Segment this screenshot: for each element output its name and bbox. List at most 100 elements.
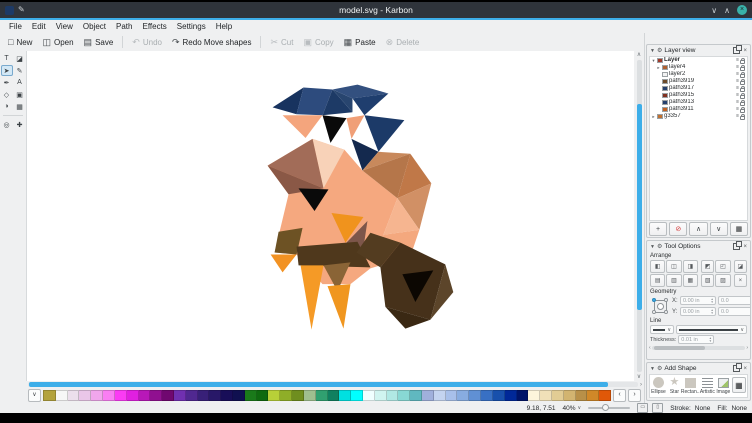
close-panel-icon[interactable]: × [743, 244, 747, 250]
anchor-topleft[interactable] [652, 298, 656, 302]
menu-view[interactable]: View [51, 22, 78, 31]
scroll-thumb[interactable] [654, 346, 706, 350]
color-swatch[interactable] [115, 390, 127, 401]
calligraphy-tool[interactable]: ✒ [1, 77, 13, 88]
anchor-selector[interactable] [650, 296, 670, 316]
float-panel-icon[interactable] [733, 365, 740, 372]
align-right-button[interactable]: ◨ [683, 260, 698, 273]
color-swatch[interactable] [328, 390, 340, 401]
scroll-right-icon[interactable]: › [746, 345, 748, 351]
gradient-tool[interactable]: ◑ [1, 101, 13, 112]
gear-icon[interactable]: ⚙ [657, 47, 662, 54]
vertical-scrollbar[interactable]: ∧ ∨ [634, 51, 644, 381]
layer-lock-icon[interactable] [740, 81, 745, 85]
artwork-polygon[interactable] [323, 115, 347, 143]
color-swatch[interactable] [268, 390, 280, 401]
align-hcenter-button[interactable]: ◫ [666, 260, 681, 273]
zoom-tool[interactable]: ◎ [1, 119, 13, 130]
layer-row[interactable]: path3917≡ [650, 85, 747, 92]
layer-row[interactable]: ▾Layer≡ [650, 57, 747, 64]
align-top-button[interactable]: ◩ [701, 260, 714, 273]
pattern-tool[interactable]: ▦ [14, 101, 26, 112]
layer-row[interactable]: path3913≡ [650, 99, 747, 106]
zoom-slider[interactable] [588, 407, 630, 409]
shape-rectangle[interactable]: Rectan... [683, 377, 699, 395]
line-type-select[interactable]: ∨ [676, 325, 747, 334]
layer-row[interactable]: path3919≡ [650, 78, 747, 85]
fit-page-button[interactable]: ▯ [652, 403, 663, 413]
scroll-down-icon[interactable]: ∨ [637, 373, 641, 381]
color-swatch[interactable] [43, 390, 56, 401]
color-swatch[interactable] [469, 390, 481, 401]
delete-layer-button[interactable]: ⊘ [669, 222, 687, 236]
color-swatch[interactable] [552, 390, 564, 401]
zoom-select[interactable]: 40%∨ [563, 405, 582, 412]
panel-caret-icon[interactable]: ▼ [650, 366, 655, 372]
color-swatch[interactable] [162, 390, 174, 401]
layer-row[interactable]: ▸layer4≡ [650, 64, 747, 71]
canvas[interactable] [27, 51, 634, 381]
color-swatch[interactable] [540, 390, 552, 401]
thickness-input[interactable]: 0.01 in ▴▾ [678, 335, 714, 344]
menu-path[interactable]: Path [111, 22, 137, 31]
color-swatch[interactable] [91, 390, 103, 401]
color-swatch[interactable] [245, 390, 257, 401]
y-input[interactable]: 0.00 in ▴▾ [680, 307, 716, 316]
new-button[interactable]: □New [3, 37, 37, 48]
expander-icon[interactable]: ▸ [656, 65, 661, 71]
color-swatch[interactable] [209, 390, 221, 401]
artwork-polygon[interactable] [271, 255, 297, 273]
width-input[interactable]: 0.0 [718, 296, 750, 305]
artwork-polygon[interactable] [283, 115, 323, 138]
color-swatch[interactable] [564, 390, 576, 401]
layer-lock-icon[interactable] [740, 74, 745, 78]
color-swatch[interactable] [398, 390, 410, 401]
maximize-button[interactable]: ∧ [724, 6, 730, 15]
panel-caret-icon[interactable]: ▼ [650, 48, 655, 54]
gear-icon[interactable]: ⚙ [657, 365, 662, 372]
pencil-tool[interactable]: ✎ [14, 65, 26, 76]
layer-lock-icon[interactable] [740, 116, 745, 120]
color-swatch[interactable] [292, 390, 304, 401]
anchor-topright[interactable] [664, 298, 668, 302]
layer-details-icon[interactable]: ≡ [736, 100, 739, 105]
zoom-slider-handle[interactable] [602, 404, 609, 411]
color-swatch[interactable] [56, 390, 68, 401]
layer-details-icon[interactable]: ≡ [736, 79, 739, 84]
line-style-select[interactable]: ∨ [650, 325, 674, 334]
layer-lock-icon[interactable] [740, 102, 745, 106]
distribute-right-button[interactable]: ▦ [683, 274, 698, 287]
layer-lock-icon[interactable] [740, 109, 745, 113]
color-swatch[interactable] [434, 390, 446, 401]
layer-details-icon[interactable]: ≡ [736, 93, 739, 98]
color-swatch[interactable] [505, 390, 517, 401]
color-swatch[interactable] [79, 390, 91, 401]
vscroll-track[interactable] [637, 60, 642, 372]
color-swatch[interactable] [304, 390, 316, 401]
paste-button[interactable]: ▦Paste [339, 37, 381, 48]
menu-settings[interactable]: Settings [172, 22, 211, 31]
color-swatch[interactable] [316, 390, 328, 401]
vscroll-thumb[interactable] [637, 104, 642, 310]
color-swatch[interactable] [517, 390, 529, 401]
open-button[interactable]: ◫Open [37, 37, 78, 48]
shape-image[interactable]: Image [716, 377, 731, 395]
color-swatch[interactable] [174, 390, 186, 401]
fill-value[interactable]: None [731, 405, 747, 412]
shape-star[interactable]: ★Star [667, 377, 682, 395]
color-swatch[interactable] [422, 390, 434, 401]
color-swatch[interactable] [446, 390, 458, 401]
color-swatch[interactable] [481, 390, 493, 401]
layer-details-icon[interactable]: ≡ [736, 107, 739, 112]
color-swatch[interactable] [587, 390, 599, 401]
distribute-left-button[interactable]: ▤ [650, 274, 665, 287]
distribute-center-button[interactable]: ▥ [666, 274, 681, 287]
color-swatch[interactable] [528, 390, 540, 401]
color-swatch[interactable] [257, 390, 269, 401]
menu-help[interactable]: Help [211, 22, 237, 31]
color-swatch[interactable] [351, 390, 363, 401]
color-swatch[interactable] [221, 390, 233, 401]
raise-layer-button[interactable]: ∧ [689, 222, 707, 236]
minimize-button[interactable]: ∨ [711, 6, 717, 15]
layer-lock-icon[interactable] [740, 95, 745, 99]
